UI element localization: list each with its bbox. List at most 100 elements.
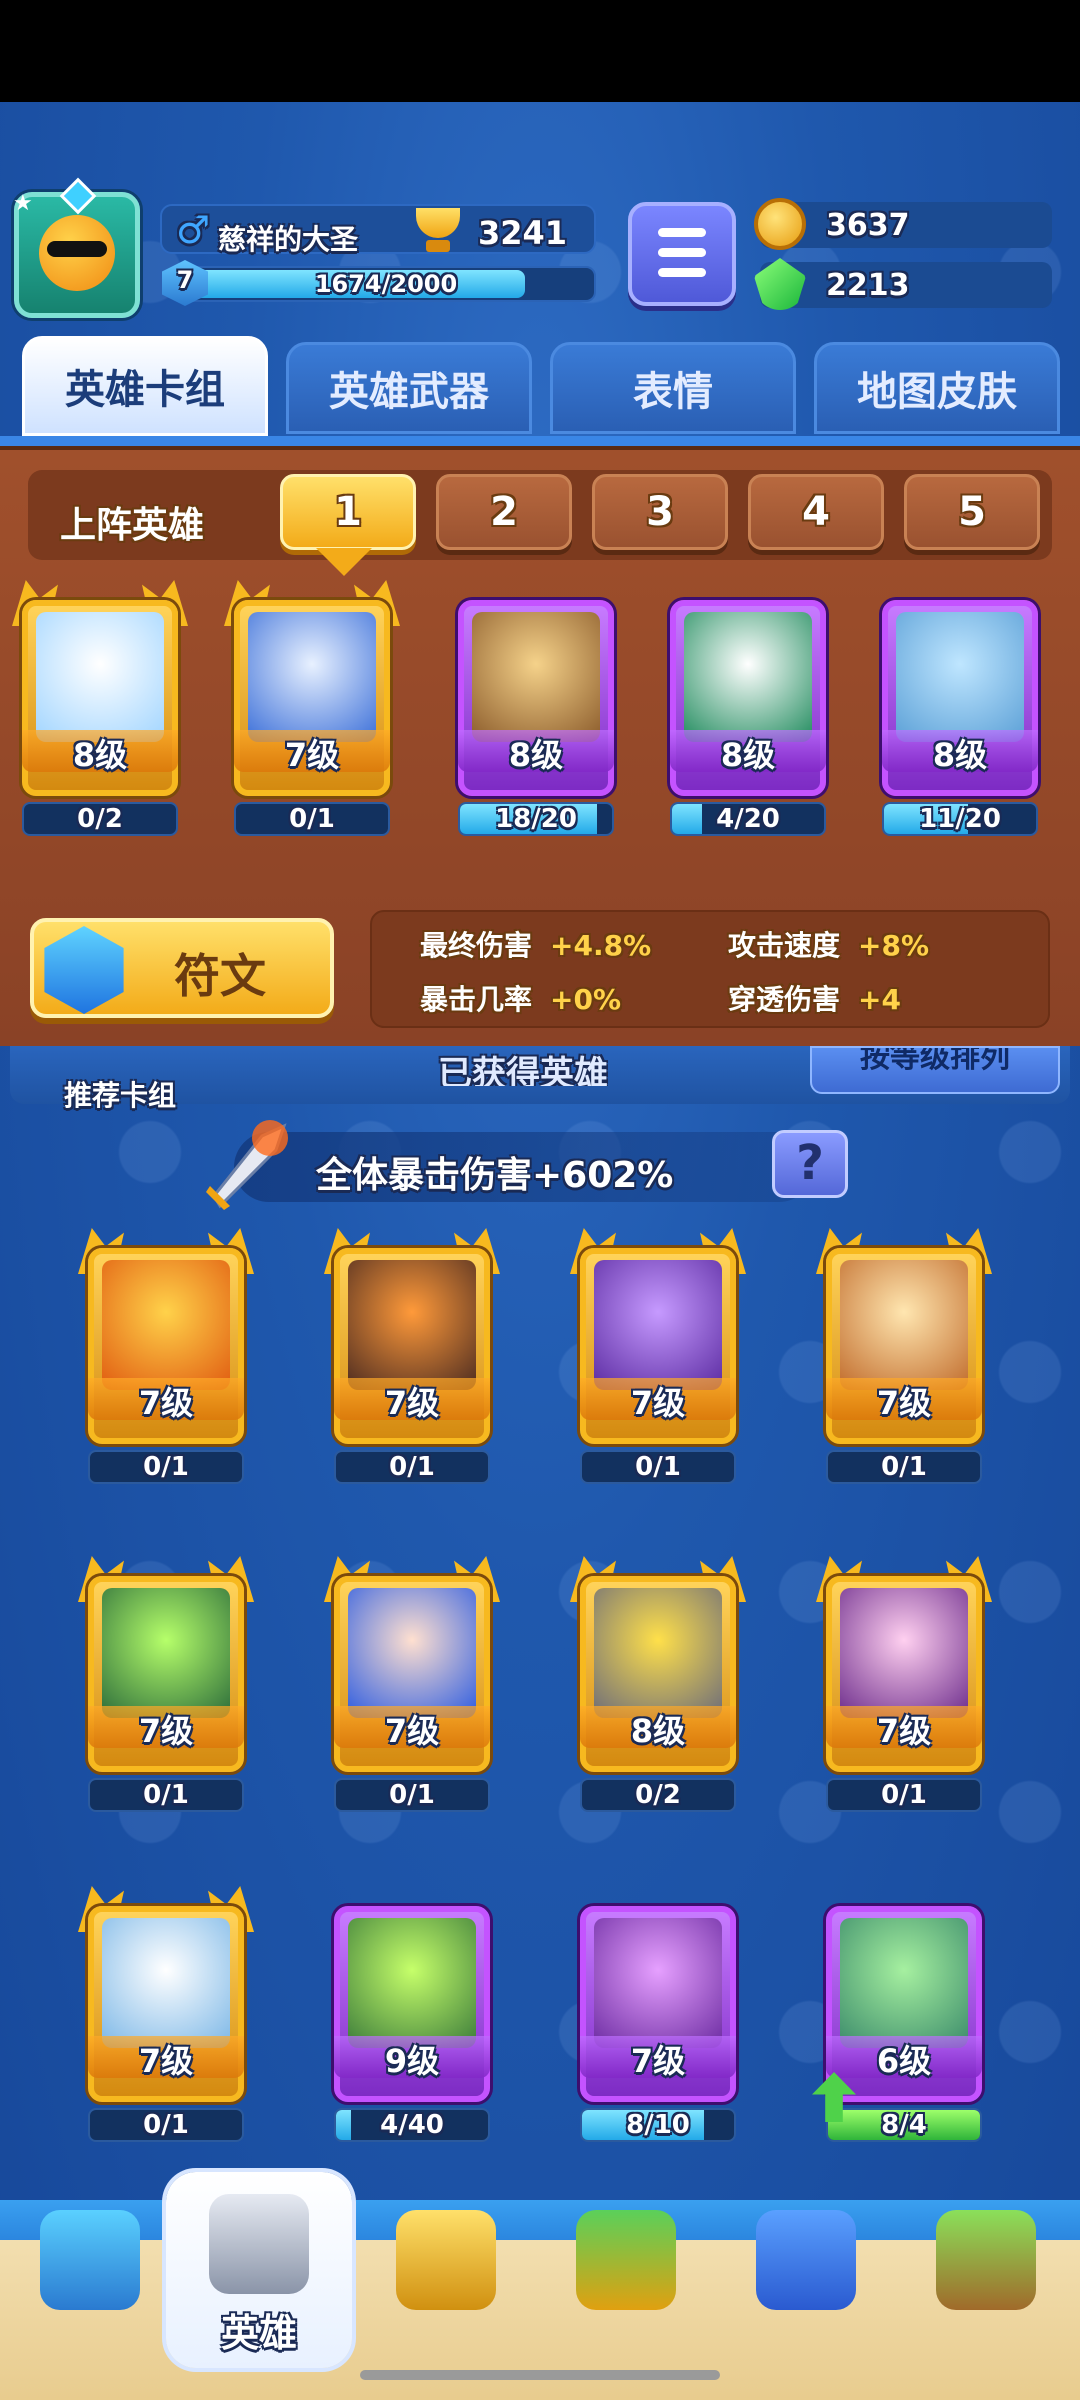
hero-card[interactable]: 9级 4/40	[324, 1886, 500, 2142]
blue-brawler-hero-icon	[896, 612, 1024, 742]
lineup-slot-3[interactable]: 3	[592, 474, 728, 550]
hero-card[interactable]: 7级 0/1	[816, 1556, 992, 1812]
hooded-mage-hero-icon	[472, 612, 600, 742]
nav-item[interactable]	[356, 2210, 536, 2360]
stat-name: 最终伤害	[420, 929, 533, 962]
card-count: 0/1	[881, 1780, 927, 1810]
lineup-slot-2[interactable]: 2	[436, 474, 572, 550]
tab-hero-weapons[interactable]: 英雄武器	[286, 342, 532, 434]
orange-bomber-hero-icon	[102, 1260, 230, 1390]
recommended-deck-button[interactable]: 推荐卡组	[64, 1074, 176, 1114]
card-progress: 18/20	[458, 802, 614, 836]
hero-level: 7级	[88, 2036, 244, 2080]
card-progress: 0/2	[580, 1778, 736, 1812]
player-name: 慈祥的大圣	[218, 223, 359, 256]
hero-level: 7级	[826, 1706, 982, 1750]
gold-value: 3637	[826, 208, 910, 243]
tab-hero-deck[interactable]: 英雄卡组	[22, 336, 268, 436]
stat-name: 暴击几率	[420, 983, 533, 1016]
rune-label: 符文	[174, 949, 266, 1003]
hero-card[interactable]: 8级 0/2	[570, 1556, 746, 1812]
hero-card[interactable]: 6级 8/4	[812, 1886, 992, 2142]
hero-card[interactable]: 7级 0/1	[224, 580, 400, 836]
sunglasses-icon	[47, 241, 107, 257]
player-avatar[interactable]: ★	[13, 177, 140, 318]
game-screen: ★ ♂ 慈祥的大圣 32 4 1 1674/2000 7 3637 2213 英雄卡…	[0, 0, 1080, 2400]
yeti-hero-icon	[36, 612, 164, 742]
nav-item[interactable]	[0, 2210, 180, 2360]
hero-level: 8级	[580, 1706, 736, 1750]
card-count: 0/1	[143, 1452, 189, 1482]
sort-by-level-button[interactable]: 按等级排列	[810, 1046, 1060, 1094]
hero-card[interactable]: 8级 11/20	[872, 580, 1048, 836]
category-tabs: 英雄卡组 英雄武器 表情 地图皮肤	[0, 336, 1080, 442]
menu-line	[658, 228, 706, 237]
stat-name: 攻击速度	[728, 929, 841, 962]
hero-level: 8级	[458, 730, 614, 774]
hero-card[interactable]: 7级 0/1	[324, 1556, 500, 1812]
gold-counter[interactable]: 3637	[754, 198, 1052, 250]
hero-level: 7级	[88, 1706, 244, 1750]
hero-level: 7级	[826, 1378, 982, 1422]
stat-value: +8%	[858, 929, 930, 962]
male-gender-icon: ♂	[176, 208, 211, 252]
octopus-pirate-hero-icon	[594, 1260, 722, 1390]
lineup-slot-5[interactable]: 5	[904, 474, 1040, 550]
hero-level: 6级	[826, 2036, 982, 2080]
xp-text: 1674/2000	[314, 270, 458, 298]
gold-coin-icon	[754, 198, 806, 250]
zeus-hero-icon	[102, 1918, 230, 2048]
hero-card[interactable]: 7级 0/1	[570, 1228, 746, 1484]
tab-map-skins[interactable]: 地图皮肤	[814, 342, 1060, 434]
robot-turtle-hero-icon	[840, 1918, 968, 2048]
nav-item[interactable]	[896, 2210, 1076, 2360]
hero-card[interactable]: 7级 0/1	[816, 1228, 992, 1484]
hero-level: 7级	[334, 1706, 490, 1750]
lava-golem-hero-icon	[348, 1260, 476, 1390]
card-progress: 8/10	[580, 2108, 736, 2142]
gem-counter[interactable]: 2213	[754, 258, 1052, 310]
card-count: 0/2	[77, 804, 123, 834]
hero-level: 9级	[334, 2036, 490, 2080]
stat-name: 穿透伤害	[728, 983, 841, 1016]
card-count: 0/1	[143, 2110, 189, 2140]
trophy-icon	[410, 208, 466, 254]
lineup-label: 上阵英雄	[60, 505, 205, 546]
nav-item[interactable]	[716, 2210, 896, 2360]
hero-card[interactable]: 8级 0/2	[12, 580, 188, 836]
armored-sage-hero-icon	[248, 612, 376, 742]
hero-card[interactable]: 7级 0/1	[78, 1556, 254, 1812]
card-progress: 0/1	[826, 1450, 982, 1484]
card-count: 8/10	[626, 2110, 690, 2140]
lineup-slot-4[interactable]: 4	[748, 474, 884, 550]
masked-ranger-hero-icon	[684, 612, 812, 742]
hero-card[interactable]: 7级 0/1	[324, 1228, 500, 1484]
xp-progress-bar: 1674/2000	[176, 266, 596, 302]
friends-icon	[756, 2210, 856, 2310]
hero-card[interactable]: 7级 0/1	[78, 1886, 254, 2142]
green-gem-icon	[754, 258, 806, 310]
rune-button[interactable]: 符文	[30, 918, 334, 1018]
crown-shield-icon	[576, 2210, 676, 2310]
nav-item[interactable]	[536, 2210, 716, 2360]
card-progress: 4/40	[334, 2108, 490, 2142]
nav-item[interactable]: 英雄	[166, 2172, 352, 2368]
menu-button[interactable]	[628, 202, 736, 306]
stat-pierce-damage: 穿透伤害 +4	[728, 978, 901, 1018]
card-count: 0/1	[635, 1452, 681, 1482]
home-indicator[interactable]	[360, 2370, 720, 2380]
player-level: 7	[176, 266, 194, 294]
hero-card[interactable]: 8级 18/20	[448, 580, 624, 836]
card-progress: 0/1	[334, 1778, 490, 1812]
stat-attack-speed: 攻击速度 +8%	[728, 924, 929, 964]
card-count: 0/1	[143, 1780, 189, 1810]
hero-card[interactable]: 7级 0/1	[78, 1228, 254, 1484]
help-button[interactable]: ?	[772, 1130, 848, 1198]
lineup-slot-1[interactable]: 1	[280, 474, 416, 550]
card-count: 0/1	[389, 1780, 435, 1810]
hero-card[interactable]: 8级 4/20	[660, 580, 836, 836]
card-count: 18/20	[495, 804, 577, 834]
hero-card[interactable]: 7级 8/10	[570, 1886, 746, 2142]
blue-hair-girl-hero-icon	[348, 1588, 476, 1718]
tab-emotes[interactable]: 表情	[550, 342, 796, 434]
